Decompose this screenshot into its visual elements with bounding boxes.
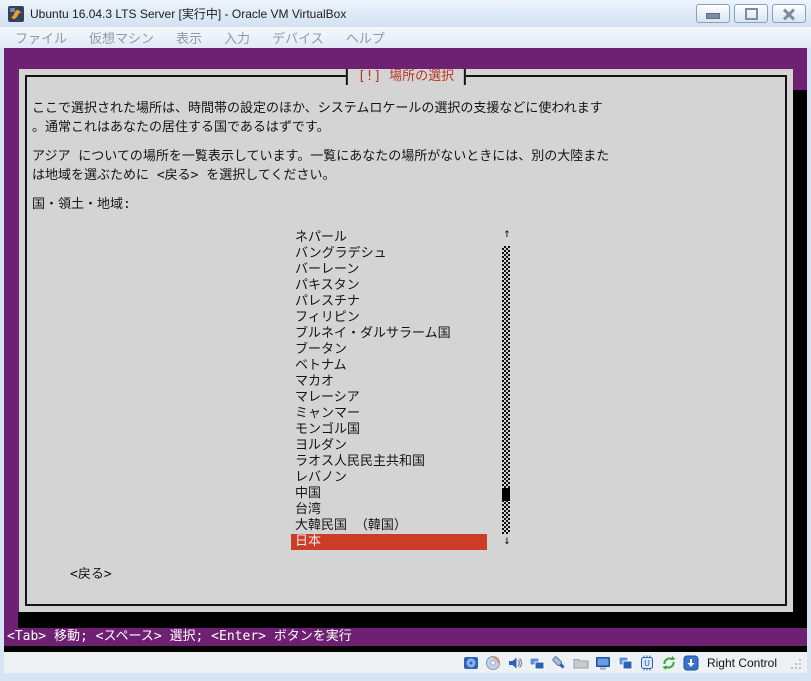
menu-devices[interactable]: デバイス [261,28,335,47]
minimize-button[interactable] [696,4,730,23]
country-row[interactable]: マカオ [291,374,487,390]
country-row[interactable]: ミャンマー [291,406,487,422]
host-key-label: Right Control [706,655,777,670]
scope-line-2: は地域を選ぶために <戻る> を選択してください。 [32,168,336,183]
scrollbar-up-arrow[interactable]: ↑ [501,226,513,240]
vbox-status-bar: U Right Control [4,652,807,673]
menu-input[interactable]: 入力 [213,28,261,47]
country-row[interactable]: ネパール [291,230,487,246]
intro-line-2: 。通常これはあなたの居住する国であるはずです。 [32,120,330,135]
maximize-icon [744,7,758,20]
country-list: ネパール バングラデシュ バーレーン パキスタン パレスチナ フィリピン ブルネ… [291,230,487,550]
scrollbar-down-arrow[interactable]: ↓ [501,533,513,547]
country-row-selected[interactable]: 日本 [291,534,487,550]
minimize-icon [706,13,720,19]
network-icon[interactable] [529,655,545,671]
country-row[interactable]: パレスチナ [291,294,487,310]
features-icon[interactable]: U [639,655,655,671]
country-row[interactable]: バーレーン [291,262,487,278]
svg-text:U: U [644,659,650,668]
country-row[interactable]: パキスタン [291,278,487,294]
country-row[interactable]: 中国 [291,486,487,502]
host-key-state-icon[interactable] [683,655,699,671]
intro-line-1: ここで選択された場所は、時間帯の設定のほか、システムロケールの選択の支援などに使… [32,101,603,116]
virtual-screens-icon[interactable] [617,655,633,671]
optical-disc-icon[interactable] [485,655,501,671]
menu-help[interactable]: ヘルプ [335,28,396,47]
help-bar: <Tab> 移動; <スペース> 選択; <Enter> ボタンを実行 [7,629,352,644]
country-row[interactable]: レバノン [291,470,487,486]
country-row[interactable]: ヨルダン [291,438,487,454]
maximize-button[interactable] [734,4,768,23]
scrollbar-track[interactable] [502,246,510,534]
virtualbox-vm-icon [8,5,24,22]
menu-view[interactable]: 表示 [165,28,213,47]
scope-line-1: アジア についての場所を一覧表示しています。一覧にあなたの場所がないときには、別… [32,149,610,164]
country-list-label: 国・領土・地域: [32,197,131,212]
country-row[interactable]: ベトナム [291,358,487,374]
country-row[interactable]: モンゴル国 [291,422,487,438]
menu-bar: ファイル 仮想マシン 表示 入力 デバイス ヘルプ [0,27,811,48]
country-row[interactable]: ブルネイ・ダルサラーム国 [291,326,487,342]
mouse-integration-icon[interactable] [661,655,677,671]
resize-grip[interactable] [789,657,801,669]
window-titlebar[interactable]: Ubuntu 16.04.3 LTS Server [実行中] - Oracle… [0,0,811,27]
virtualbox-window: Ubuntu 16.04.3 LTS Server [実行中] - Oracle… [0,0,811,681]
country-row[interactable]: ラオス人民民主共和国 [291,454,487,470]
country-row[interactable]: 台湾 [291,502,487,518]
dialog-title: [!] 場所の選択 [345,69,467,85]
country-row[interactable]: マレーシア [291,390,487,406]
vm-screen[interactable]: [!] 場所の選択 ここで選択された場所は、時間帯の設定のほか、システムロケール… [4,48,807,652]
shared-folders-icon[interactable] [573,655,589,671]
location-dialog: [!] 場所の選択 ここで選択された場所は、時間帯の設定のほか、システムロケール… [19,69,793,612]
hdd-icon[interactable] [463,655,479,671]
scope-paragraph: アジア についての場所を一覧表示しています。一覧にあなたの場所がないときには、別… [32,147,609,185]
usb-icon[interactable] [551,655,567,671]
intro-paragraph: ここで選択された場所は、時間帯の設定のほか、システムロケールの選択の支援などに使… [32,99,603,137]
dialog-shadow-bottom [18,612,807,628]
close-icon [783,9,795,19]
country-row[interactable]: 大韓民国 （韓国） [291,518,487,534]
menu-file[interactable]: ファイル [4,28,78,47]
audio-icon[interactable] [507,655,523,671]
window-title: Ubuntu 16.04.3 LTS Server [実行中] - Oracle… [30,7,347,21]
display-icon[interactable] [595,655,611,671]
country-row[interactable]: フィリピン [291,310,487,326]
close-button[interactable] [772,4,806,23]
scrollbar-thumb[interactable] [502,488,510,501]
country-row[interactable]: ブータン [291,342,487,358]
dialog-shadow-right [793,90,807,628]
country-row[interactable]: バングラデシュ [291,246,487,262]
back-button[interactable]: <戻る> [70,563,112,582]
menu-machine[interactable]: 仮想マシン [78,28,165,47]
